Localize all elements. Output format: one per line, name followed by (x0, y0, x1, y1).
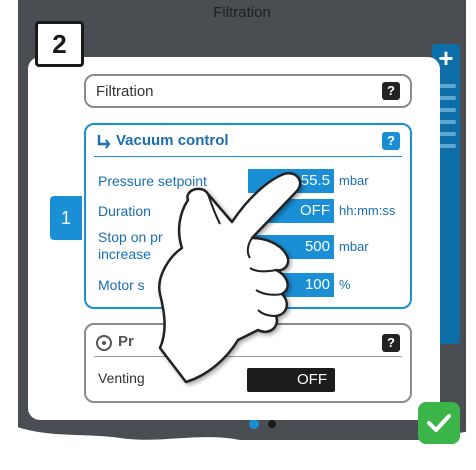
help-icon[interactable]: ? (382, 334, 400, 352)
motor-speed-unit: % (339, 277, 351, 292)
duration-label: Duration (98, 203, 151, 219)
pressure-setpoint-value[interactable]: 55.5 (248, 169, 334, 193)
duration-value[interactable]: OFF (248, 199, 334, 223)
stop-on-pressure-unit: mbar (339, 239, 369, 254)
help-icon[interactable]: ? (382, 132, 400, 150)
duration-unit: hh:mm:ss (339, 203, 396, 218)
process-title: Pr (118, 333, 134, 350)
step-number-badge: 2 (35, 21, 84, 67)
checkmark-icon (427, 414, 451, 432)
filtration-section[interactable]: Filtration ? (84, 74, 412, 108)
filtration-title: Filtration (96, 83, 154, 100)
stop-on-pressure-value[interactable]: 500 (248, 235, 334, 259)
background-title: Filtration (213, 4, 271, 21)
stop-on-pressure-label-line2: increase (98, 246, 151, 262)
venting-toggle[interactable]: OFF (247, 368, 335, 392)
step-indicator-tab[interactable]: 1 (50, 196, 82, 240)
record-icon (96, 335, 112, 351)
vacuum-control-title: Vacuum control (116, 132, 229, 149)
stop-on-pressure-label-line1: Stop on pr (98, 229, 163, 245)
motor-speed-label: Motor s (98, 277, 145, 293)
pressure-setpoint-unit: mbar (339, 173, 369, 188)
venting-label: Venting (98, 370, 145, 386)
arrow-down-right-icon (97, 135, 111, 149)
motor-speed-value[interactable]: 100 (248, 273, 334, 297)
confirm-button[interactable] (418, 402, 460, 444)
help-icon[interactable]: ? (382, 82, 400, 100)
vacuum-control-section: Vacuum control ? Pressure setpoint 55.5 … (84, 123, 412, 309)
pressure-setpoint-label: Pressure setpoint (98, 173, 207, 189)
process-section: Pr ? Venting OFF (84, 323, 412, 403)
section-divider (94, 156, 402, 157)
section-divider (94, 356, 402, 357)
